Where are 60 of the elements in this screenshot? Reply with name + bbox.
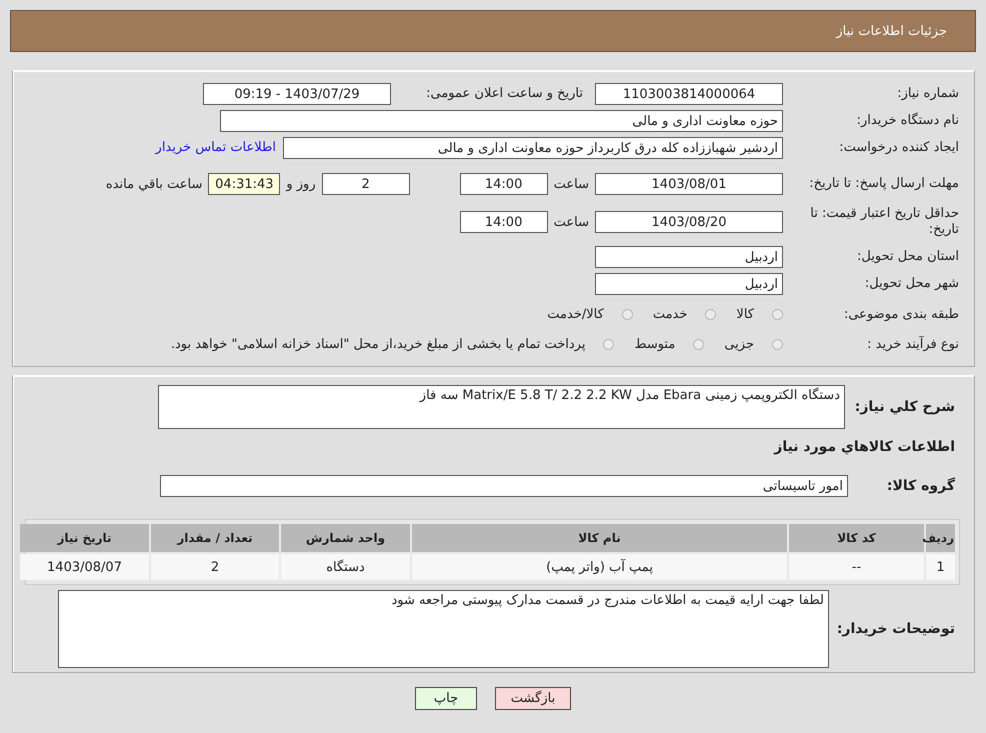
buyer-contact-link[interactable]: اطلاعات تماس خریدار (156, 140, 276, 155)
announce-date-field: 1403/07/29 - 09:19 (203, 82, 391, 104)
table-cell: دستگاه (281, 554, 410, 580)
field-label: گروه کالا: (886, 478, 956, 494)
radio-label: پرداخت تمام یا بخشی از مبلغ خرید،از محل "اسناد خزانه اسلامی" خواهد بود. (170, 336, 586, 352)
radio-label: کالا/خدمت (547, 306, 604, 322)
province-field: اردبیل (595, 246, 783, 268)
radio-button[interactable] (693, 338, 704, 350)
radio-label: کالا (736, 306, 754, 322)
description-field: دستگاه الکتروپمپ زمینی Ebara مدل Matrix/E 5.8 T/ 2.2 2.2 KW سه فاز (158, 385, 845, 429)
radio-label: خدمت (652, 306, 688, 322)
page-title: جزئیات اطلاعات نیاز (836, 24, 947, 38)
time-label: ساعت (554, 176, 589, 192)
field-label: شهر محل تحویل: (864, 276, 959, 291)
buyer-org-field: حوزه معاونت اداری و مالی (220, 110, 783, 132)
column-header: کد کالا (789, 524, 924, 552)
days-label: روز و (286, 176, 316, 192)
radio-button[interactable] (772, 308, 783, 320)
field-label: نوع فرآیند خرید : (866, 336, 959, 352)
radio-button[interactable] (603, 338, 614, 350)
field-label: استان محل تحویل: (856, 249, 959, 264)
validity-date-field: 1403/08/20 (595, 211, 783, 233)
field-label: توضیحات خریدار: (836, 621, 956, 637)
field-label: طبقه بندی موضوعی: (842, 306, 959, 322)
field-label: شرح کلي نياز: (854, 399, 956, 415)
field-label: نام دستگاه خریدار: (856, 113, 959, 128)
requester-field: اردشیر شهباززاده کله درق کاربرداز حوزه معاونت اداری و مالی (283, 136, 783, 158)
buyer-notes-field: لطفا جهت ارایه قیمت به اطلاعات مندرج در قسمت مدارک پیوستی مراجعه شود (58, 590, 829, 668)
column-header: نام کالا (412, 524, 787, 552)
city-field: اردبیل (595, 272, 783, 294)
radio-label: متوسط (634, 336, 676, 352)
table-cell: پمپ آب (واتر پمپ) (412, 554, 787, 580)
radio-label: جزیی (724, 336, 754, 352)
field-label: مهلت ارسال پاسخ: تا تاریخ: (808, 176, 959, 192)
goods-group-field: امور تاسیساتی (160, 474, 848, 496)
table-cell: 1 (926, 554, 955, 580)
table-cell: -- (789, 554, 924, 580)
section-title: اطلاعات کالاهاي مورد نياز (774, 438, 956, 454)
column-header: تاریخ نیاز (20, 524, 149, 552)
remaining-time-field: 04:31:43 (208, 173, 280, 195)
deadline-date-field: 1403/08/01 (595, 173, 783, 195)
column-header: واحد شمارش (281, 524, 410, 552)
column-header: تعداد / مقدار (151, 524, 279, 552)
need-number-field: 1103003814000064 (595, 82, 783, 104)
table-cell: 2 (151, 554, 279, 580)
time-label: ساعت (554, 214, 589, 230)
field-label: ایجاد کننده درخواست: (838, 140, 959, 155)
field-label: شماره نیاز: (896, 86, 959, 101)
field-label: تاریخ و ساعت اعلان عمومی: (425, 86, 583, 101)
table-cell: 1403/08/07 (20, 554, 149, 580)
radio-button[interactable] (772, 338, 783, 350)
field-label: حداقل تاریخ اعتبار قیمت: تا تاریخ: (809, 206, 959, 238)
remaining-label: ساعت باقي مانده (106, 176, 202, 192)
days-field: 2 (322, 173, 410, 195)
print-button[interactable]: چاپ (415, 687, 477, 710)
deadline-time-field: 14:00 (460, 173, 548, 195)
radio-button[interactable] (622, 308, 633, 320)
back-button[interactable]: بازگشت (495, 687, 571, 710)
validity-time-field: 14:00 (460, 211, 548, 233)
radio-button[interactable] (705, 308, 716, 320)
